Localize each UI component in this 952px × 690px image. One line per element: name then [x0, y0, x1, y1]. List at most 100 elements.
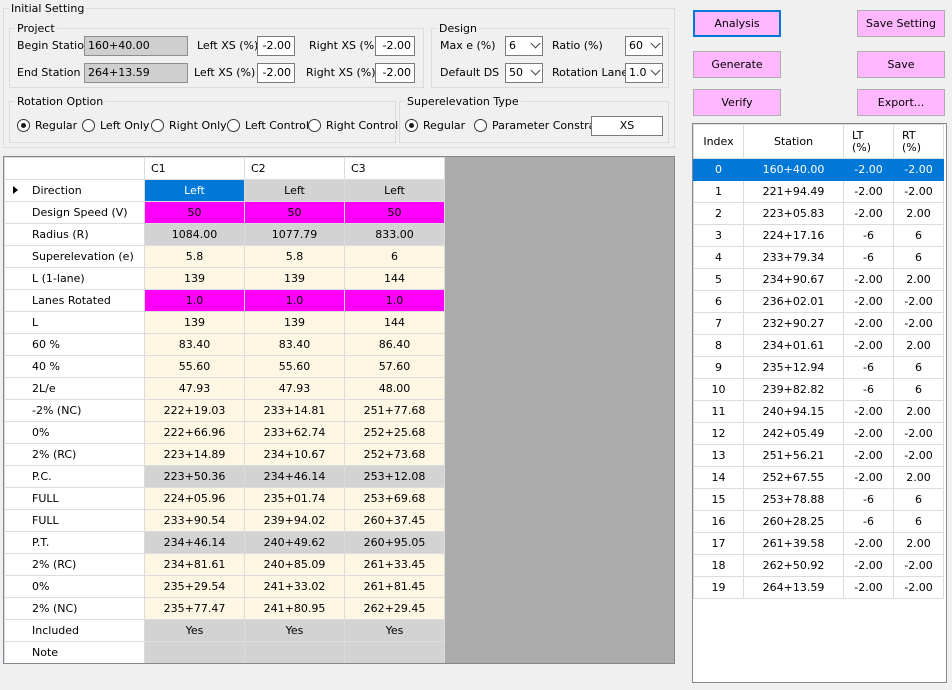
grid-cell[interactable]: 1.0: [144, 289, 245, 312]
grid-row[interactable]: Radius (R) 1084.00 1077.79 833.00: [4, 223, 445, 246]
station-row[interactable]: 11 240+94.15 -2.00 2.00: [693, 400, 944, 423]
grid-cell[interactable]: 833.00: [344, 223, 445, 246]
grid-cell[interactable]: 48.00: [344, 377, 445, 400]
grid-cell[interactable]: 223+14.89: [144, 443, 245, 466]
station-row[interactable]: 10 239+82.82 -6 6: [693, 378, 944, 401]
grid-row[interactable]: 60 % 83.40 83.40 86.40: [4, 333, 445, 356]
column-header-c3[interactable]: C3: [344, 157, 445, 180]
analysis-button[interactable]: Analysis: [693, 10, 781, 37]
station-row[interactable]: 3 224+17.16 -6 6: [693, 224, 944, 247]
grid-cell[interactable]: 241+80.95: [244, 597, 345, 620]
grid-cell[interactable]: 139: [244, 267, 345, 290]
station-row[interactable]: 8 234+01.61 -2.00 2.00: [693, 334, 944, 357]
grid-cell[interactable]: Left: [344, 179, 445, 202]
grid-cell[interactable]: 55.60: [244, 355, 345, 378]
column-header-c1[interactable]: C1: [144, 157, 245, 180]
grid-row[interactable]: 2L/e 47.93 47.93 48.00: [4, 377, 445, 400]
grid-cell[interactable]: Yes: [344, 619, 445, 642]
save-button[interactable]: Save: [857, 51, 945, 78]
station-row[interactable]: 5 234+90.67 -2.00 2.00: [693, 268, 944, 291]
grid-cell[interactable]: 223+50.36: [144, 465, 245, 488]
begin-right-xs-field[interactable]: -2.00: [375, 36, 415, 56]
station-row[interactable]: 1 221+94.49 -2.00 -2.00: [693, 180, 944, 203]
grid-cell[interactable]: 139: [144, 311, 245, 334]
grid-cell[interactable]: 1077.79: [244, 223, 345, 246]
grid-cell[interactable]: Yes: [144, 619, 245, 642]
grid-cell[interactable]: [244, 641, 345, 663]
grid-row[interactable]: P.T. 234+46.14 240+49.62 260+95.05: [4, 531, 445, 554]
rotation-right-control-radio[interactable]: Right Control: [308, 118, 398, 132]
grid-row[interactable]: -2% (NC) 222+19.03 233+14.81 251+77.68: [4, 399, 445, 422]
grid-cell[interactable]: Left: [144, 179, 245, 202]
max-e-combo[interactable]: 6: [505, 36, 543, 56]
grid-row[interactable]: Lanes Rotated 1.0 1.0 1.0: [4, 289, 445, 312]
grid-cell[interactable]: 234+10.67: [244, 443, 345, 466]
grid-cell[interactable]: 50: [144, 201, 245, 224]
station-row[interactable]: 13 251+56.21 -2.00 -2.00: [693, 444, 944, 467]
grid-cell[interactable]: 233+14.81: [244, 399, 345, 422]
grid-cell[interactable]: 1.0: [244, 289, 345, 312]
rotation-lane-combo[interactable]: 1.0: [625, 63, 663, 83]
rotation-regular-radio[interactable]: Regular: [17, 118, 77, 132]
grid-cell[interactable]: 144: [344, 267, 445, 290]
grid-cell[interactable]: 86.40: [344, 333, 445, 356]
header-rt[interactable]: RT (%): [893, 124, 944, 159]
station-row[interactable]: 6 236+02.01 -2.00 -2.00: [693, 290, 944, 313]
grid-row[interactable]: 2% (NC) 235+77.47 241+80.95 262+29.45: [4, 597, 445, 620]
station-row[interactable]: 9 235+12.94 -6 6: [693, 356, 944, 379]
column-header-c2[interactable]: C2: [244, 157, 345, 180]
station-row[interactable]: 0 160+40.00 -2.00 -2.00: [693, 158, 944, 181]
grid-cell[interactable]: 240+85.09: [244, 553, 345, 576]
verify-button[interactable]: Verify: [693, 89, 781, 116]
station-row[interactable]: 19 264+13.59 -2.00 -2.00: [693, 576, 944, 599]
grid-row[interactable]: Design Speed (V) 50 50 50: [4, 201, 445, 224]
station-row[interactable]: 4 233+79.34 -6 6: [693, 246, 944, 269]
station-row[interactable]: 14 252+67.55 -2.00 2.00: [693, 466, 944, 489]
grid-row[interactable]: Note: [4, 641, 445, 663]
grid-cell[interactable]: 239+94.02: [244, 509, 345, 532]
grid-cell[interactable]: 233+90.54: [144, 509, 245, 532]
grid-cell[interactable]: 261+81.45: [344, 575, 445, 598]
grid-cell[interactable]: 234+46.14: [244, 465, 345, 488]
grid-row[interactable]: L (1-lane) 139 139 144: [4, 267, 445, 290]
grid-row[interactable]: 0% 235+29.54 241+33.02 261+81.45: [4, 575, 445, 598]
grid-row[interactable]: L 139 139 144: [4, 311, 445, 334]
grid-cell[interactable]: 50: [344, 201, 445, 224]
begin-left-xs-field[interactable]: -2.00: [257, 36, 295, 56]
grid-cell[interactable]: 83.40: [144, 333, 245, 356]
grid-row[interactable]: Direction Left Left Left: [4, 179, 445, 202]
end-left-xs-field[interactable]: -2.00: [257, 63, 295, 83]
grid-cell[interactable]: 235+01.74: [244, 487, 345, 510]
superelevation-regular-radio[interactable]: Regular: [405, 118, 465, 132]
grid-cell[interactable]: 253+12.08: [344, 465, 445, 488]
grid-cell[interactable]: [144, 641, 245, 663]
grid-cell[interactable]: 260+37.45: [344, 509, 445, 532]
grid-cell[interactable]: 251+77.68: [344, 399, 445, 422]
station-row[interactable]: 12 242+05.49 -2.00 -2.00: [693, 422, 944, 445]
grid-cell[interactable]: 5.8: [244, 245, 345, 268]
grid-cell[interactable]: 47.93: [144, 377, 245, 400]
rotation-right-only-radio[interactable]: Right Only: [151, 118, 227, 132]
grid-cell[interactable]: 6: [344, 245, 445, 268]
end-right-xs-field[interactable]: -2.00: [375, 63, 415, 83]
rotation-left-only-radio[interactable]: Left Only: [82, 118, 149, 132]
grid-cell[interactable]: 222+66.96: [144, 421, 245, 444]
grid-cell[interactable]: 57.60: [344, 355, 445, 378]
save-setting-button[interactable]: Save Setting: [857, 10, 945, 37]
grid-cell[interactable]: 139: [244, 311, 345, 334]
grid-cell[interactable]: Left: [244, 179, 345, 202]
ratio-combo[interactable]: 60: [625, 36, 663, 56]
header-index[interactable]: Index: [693, 124, 744, 159]
station-row[interactable]: 2 223+05.83 -2.00 2.00: [693, 202, 944, 225]
end-station-field[interactable]: 264+13.59: [84, 63, 188, 83]
grid-row[interactable]: 2% (RC) 223+14.89 234+10.67 252+73.68: [4, 443, 445, 466]
grid-cell[interactable]: 233+62.74: [244, 421, 345, 444]
curve-data-grid[interactable]: C1 C2 C3 Direction Left Left Left Design Speed …: [3, 156, 675, 664]
grid-cell[interactable]: 5.8: [144, 245, 245, 268]
station-row[interactable]: 18 262+50.92 -2.00 -2.00: [693, 554, 944, 577]
grid-cell[interactable]: 240+49.62: [244, 531, 345, 554]
station-row[interactable]: 17 261+39.58 -2.00 2.00: [693, 532, 944, 555]
grid-cell[interactable]: 234+81.61: [144, 553, 245, 576]
grid-cell[interactable]: 253+69.68: [344, 487, 445, 510]
grid-cell[interactable]: 235+77.47: [144, 597, 245, 620]
